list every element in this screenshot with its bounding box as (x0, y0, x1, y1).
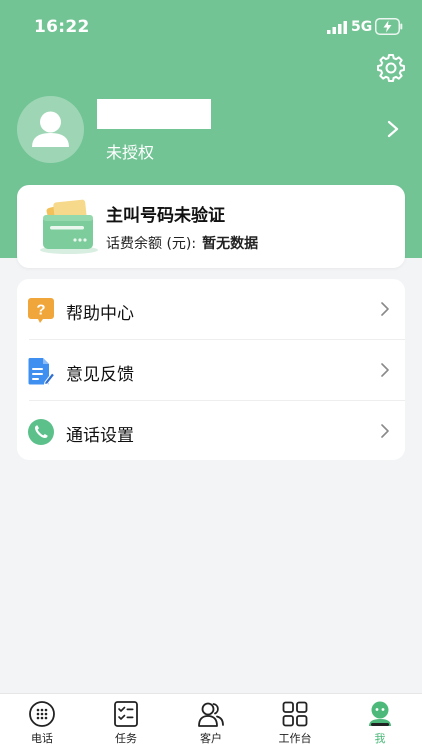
tab-label: 我 (374, 732, 386, 745)
menu-item-call-settings[interactable]: 通话设置 (17, 401, 405, 461)
chevron-right-icon[interactable] (384, 119, 402, 139)
avatar[interactable] (17, 96, 84, 163)
tab-label: 任务 (115, 732, 137, 745)
help-icon: ? (28, 298, 54, 323)
feedback-icon (28, 358, 55, 385)
user-icon (32, 111, 69, 147)
task-icon (114, 701, 138, 727)
balance-value: 暂无数据 (202, 236, 259, 252)
tab-label: 客户 (200, 732, 222, 745)
dialpad-icon (29, 701, 55, 727)
tab-customers[interactable]: 客户 (169, 694, 253, 751)
me-icon (369, 701, 391, 726)
tab-workbench[interactable]: 工作台 (253, 694, 337, 751)
status-time: 16:22 (34, 17, 90, 37)
tab-task[interactable]: 任务 (84, 694, 168, 751)
wallet-icon (40, 199, 98, 254)
tab-label: 工作台 (278, 732, 312, 745)
menu-item-help-center[interactable]: ? 帮助中心 (17, 279, 405, 339)
phone-icon (28, 419, 54, 445)
svg-text:?: ? (36, 302, 45, 319)
username-field (97, 99, 211, 129)
customers-icon (198, 702, 224, 727)
auth-status[interactable]: 未授权 (106, 139, 154, 163)
chevron-right-icon (381, 302, 389, 316)
card-title: 主叫号码未验证 (106, 206, 225, 226)
settings-icon[interactable] (377, 54, 405, 82)
balance-label: 话费余额 (元): (106, 236, 197, 252)
network-type: 5G (351, 19, 373, 35)
chevron-right-icon (381, 424, 389, 438)
menu-label: 通话设置 (66, 426, 134, 446)
menu-label: 帮助中心 (66, 304, 134, 324)
tab-label: 电话 (31, 732, 53, 745)
balance-row: 话费余额 (元): 暂无数据 (106, 233, 258, 253)
menu-item-feedback[interactable]: 意见反馈 (17, 340, 405, 400)
menu-label: 意见反馈 (66, 365, 134, 385)
status-bar: 16:22 5G (0, 0, 422, 54)
battery-charging-icon (375, 18, 403, 35)
tab-me[interactable]: 我 (338, 694, 422, 751)
tab-bar: 电话 任务 客户 工作台 我 (0, 693, 422, 751)
chevron-right-icon (381, 363, 389, 377)
caller-number-card[interactable]: 主叫号码未验证 话费余额 (元): 暂无数据 (17, 185, 405, 268)
menu-list: ? 帮助中心 意见反馈 通话设置 (17, 279, 405, 460)
workbench-icon (282, 701, 308, 727)
signal-icon (327, 21, 347, 34)
tab-phone[interactable]: 电话 (0, 694, 84, 751)
